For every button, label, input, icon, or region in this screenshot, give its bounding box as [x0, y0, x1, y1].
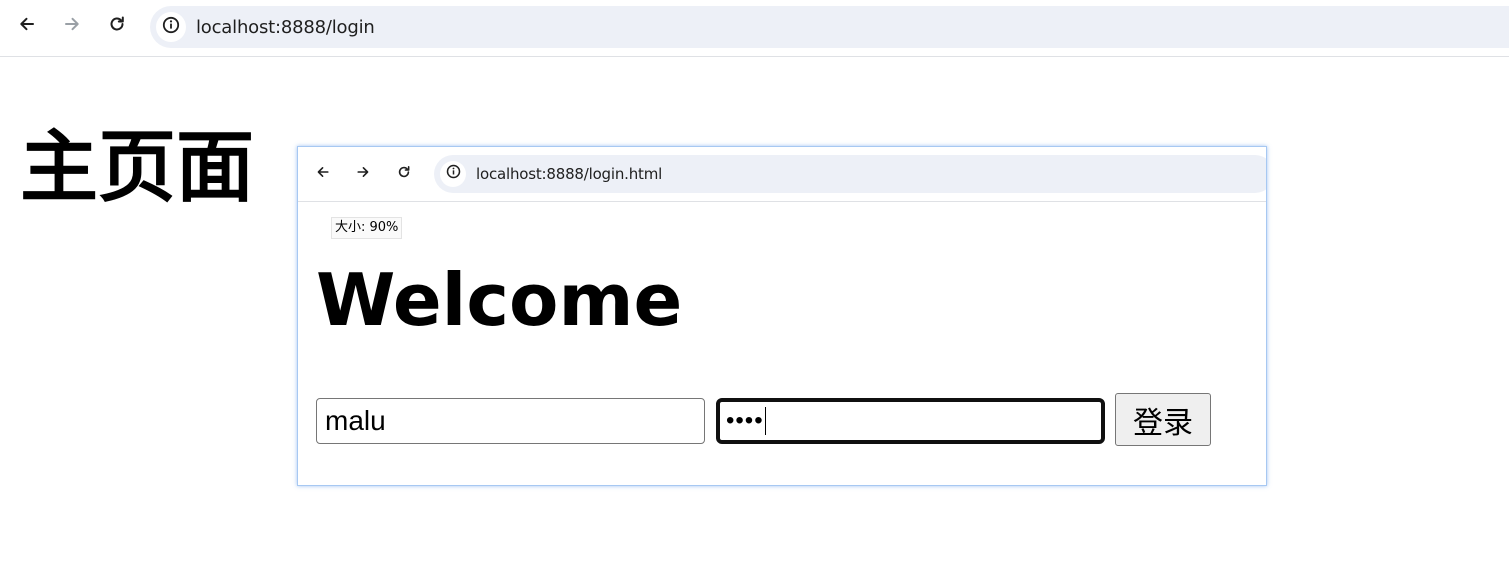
site-info-button[interactable]: [156, 12, 186, 42]
url-text[interactable]: localhost:8888/login: [196, 17, 375, 38]
forward-button[interactable]: [54, 8, 90, 44]
info-circle-icon: [446, 164, 461, 184]
arrow-left-icon: [315, 164, 331, 185]
embedded-url-text: localhost:8888/login.html: [476, 165, 663, 183]
info-circle-icon: [162, 16, 180, 39]
back-button[interactable]: [9, 8, 45, 44]
embedded-back-button: [309, 160, 337, 188]
arrow-right-icon: [62, 14, 82, 39]
welcome-heading: Welcome: [316, 258, 683, 342]
embedded-site-info: [440, 161, 466, 187]
embedded-address-bar: localhost:8888/login.html: [434, 155, 1266, 193]
embedded-browser-screenshot: localhost:8888/login.html 大小: 90% Welcom…: [297, 146, 1267, 486]
arrow-right-icon: [355, 164, 371, 185]
embedded-forward-button: [349, 160, 377, 188]
page-title: 主页面: [20, 123, 255, 213]
username-input[interactable]: malu: [316, 398, 705, 444]
arrow-left-icon: [17, 14, 37, 39]
password-mask: ••••: [726, 407, 764, 434]
username-value: malu: [325, 405, 386, 436]
password-input[interactable]: ••••: [716, 398, 1105, 444]
browser-toolbar: localhost:8888/login: [0, 0, 1509, 57]
reload-button[interactable]: [99, 8, 135, 44]
login-button[interactable]: 登录: [1115, 393, 1211, 446]
reload-icon: [396, 164, 412, 185]
reload-icon: [107, 14, 127, 39]
text-caret: [764, 407, 766, 435]
embedded-browser-toolbar: localhost:8888/login.html: [298, 147, 1266, 202]
address-bar[interactable]: localhost:8888/login: [150, 6, 1509, 48]
embedded-reload-button: [390, 160, 418, 188]
zoom-indicator: 大小: 90%: [331, 217, 403, 239]
